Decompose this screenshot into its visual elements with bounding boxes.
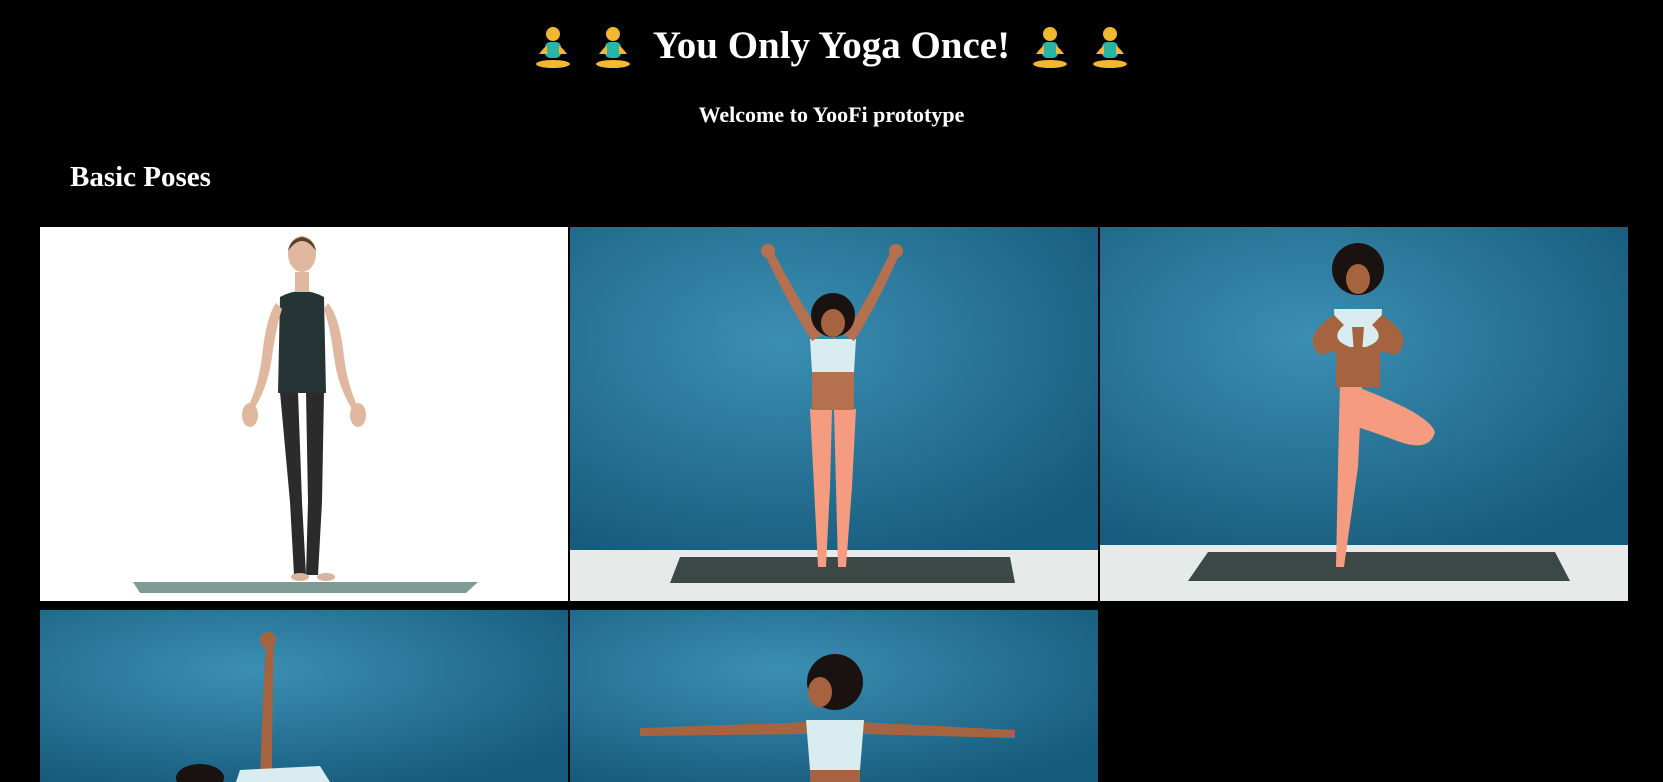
meditating-person-icon [533,24,573,68]
pose-image-arms-raised [570,227,1098,601]
meditating-person-icon [1090,24,1130,68]
site-title-text: You Only Yoga Once! [652,24,1011,67]
pose-image-side-plank [40,610,568,782]
site-title: You Only Yoga Once! [0,18,1663,74]
welcome-subtitle: Welcome to YooFi prototype [698,102,965,127]
meditating-person-icon [593,24,633,68]
pose-image-warrior [570,610,1098,782]
section-title: Basic Poses [70,161,211,193]
pose-card-mountain[interactable] [40,227,568,601]
pose-card-warrior[interactable] [570,610,1098,782]
pose-image-standing [40,227,568,601]
pose-card-arms-raised[interactable] [570,227,1098,601]
pose-card-tree[interactable] [1100,227,1628,601]
pose-image-tree [1100,227,1628,601]
meditating-person-icon [1030,24,1070,68]
pose-card-side-plank[interactable] [40,610,568,782]
page: You Only Yoga Once! Welcome to YooFi pro… [0,0,1663,782]
